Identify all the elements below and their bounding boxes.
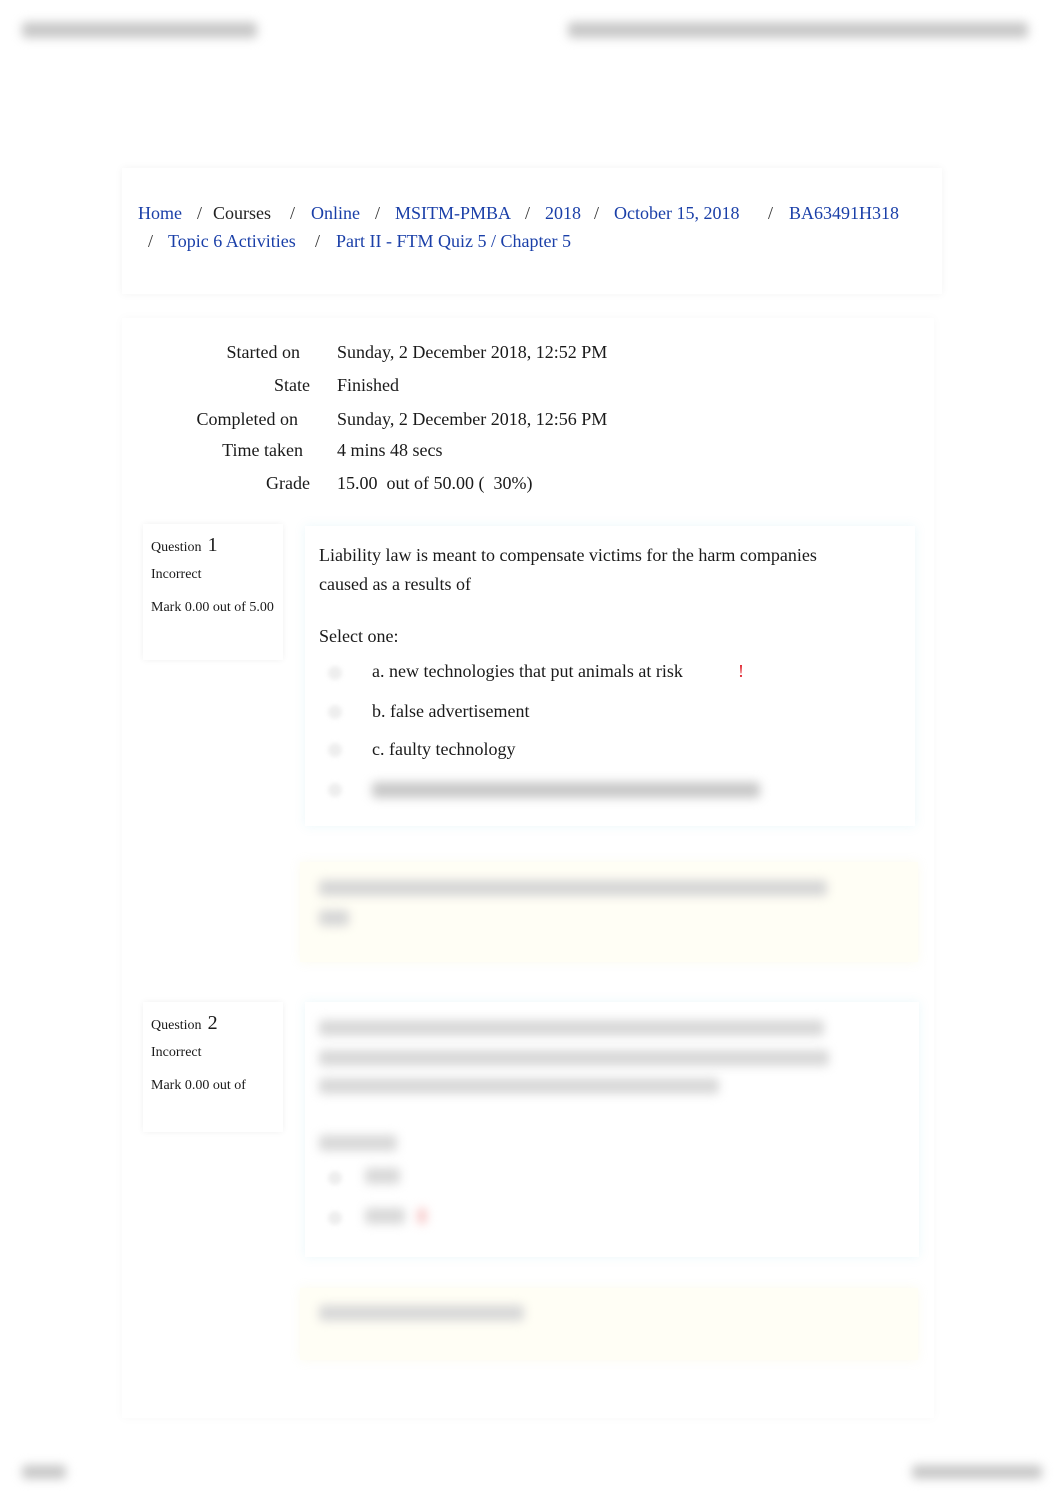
- breadcrumb-online[interactable]: Online: [311, 203, 360, 224]
- footer-page-blurred: [22, 1465, 66, 1479]
- question-text-blurred: [319, 1078, 719, 1094]
- question-info: Question 1 Incorrect Mark 0.00 out of 5.0…: [143, 524, 283, 660]
- option-d-blurred: [372, 782, 760, 798]
- question-text: Liability law is meant to compensate vic…: [319, 545, 817, 594]
- breadcrumb-separator: /: [148, 231, 154, 251]
- question-label: Question: [151, 540, 202, 555]
- breadcrumb-separator: /: [315, 231, 321, 251]
- breadcrumb-separator: /: [197, 203, 203, 223]
- question-label: Question: [151, 1018, 202, 1033]
- breadcrumb-separator: /: [375, 203, 381, 223]
- summary-label: Time taken: [222, 440, 303, 460]
- option-radio[interactable]: [328, 1171, 342, 1185]
- question-mark: Mark 0.00 out of 5.00: [151, 600, 274, 615]
- question-status: Incorrect: [151, 1045, 202, 1060]
- breadcrumb-course-code[interactable]: BA63491H318: [789, 203, 899, 224]
- option-radio-d[interactable]: [328, 783, 342, 797]
- option-b[interactable]: b. false advertisement: [372, 701, 529, 722]
- option-radio-a[interactable]: [328, 666, 342, 680]
- feedback-blurred: [319, 880, 827, 896]
- feedback-box: [300, 862, 918, 962]
- breadcrumb-courses: Courses: [213, 203, 271, 223]
- summary-value: 15.00 out of 50.00 ( 30%): [337, 473, 533, 493]
- summary-label: State: [274, 375, 310, 395]
- breadcrumb-separator: /: [525, 203, 531, 223]
- breadcrumb-quiz[interactable]: Part II - FTM Quiz 5 / Chapter 5: [336, 231, 571, 252]
- breadcrumb-msitm[interactable]: MSITM-PMBA: [395, 203, 511, 224]
- summary-label: Completed on: [196, 409, 299, 429]
- breadcrumb-home[interactable]: Home: [138, 203, 182, 224]
- question-info: Question 2 Incorrect Mark 0.00 out of: [143, 1002, 283, 1132]
- question-mark: Mark 0.00 out of: [151, 1078, 246, 1093]
- option-a[interactable]: a. new technologies that put animals at …: [372, 661, 683, 682]
- option-radio[interactable]: [328, 1211, 342, 1225]
- select-prompt: Select one:: [319, 626, 399, 646]
- summary-label: Grade: [266, 473, 310, 493]
- breadcrumb-2018[interactable]: 2018: [545, 203, 581, 224]
- question-text-blurred: [319, 1050, 829, 1066]
- incorrect-icon: [418, 1208, 426, 1224]
- footer-date-blurred: [912, 1465, 1042, 1479]
- breadcrumb-separator: /: [594, 203, 600, 223]
- option-radio-c[interactable]: [328, 743, 342, 757]
- feedback-blurred: [319, 1305, 524, 1321]
- summary-value: Sunday, 2 December 2018, 12:56 PM: [337, 409, 608, 429]
- summary-value: 4 mins 48 secs: [337, 440, 443, 460]
- summary-label: Started on: [226, 342, 301, 362]
- question-number: 2: [207, 1012, 218, 1034]
- select-prompt-blurred: [319, 1135, 397, 1151]
- question-number: 1: [207, 534, 218, 556]
- question-text-blurred: [319, 1020, 824, 1036]
- summary-value: Finished: [337, 375, 400, 395]
- question-status: Incorrect: [151, 567, 202, 582]
- breadcrumb-separator: /: [290, 203, 296, 223]
- feedback-box: [300, 1288, 918, 1360]
- header-title-blurred: [22, 22, 257, 38]
- option-radio-b[interactable]: [328, 705, 342, 719]
- breadcrumb-date[interactable]: October 15, 2018: [614, 203, 739, 224]
- option-blurred: [365, 1208, 405, 1224]
- breadcrumb-separator: /: [768, 203, 774, 223]
- feedback-blurred: [319, 910, 349, 926]
- incorrect-icon: !: [738, 661, 744, 681]
- option-blurred: [365, 1168, 400, 1184]
- header-url-blurred: [568, 22, 1028, 38]
- summary-value: Sunday, 2 December 2018, 12:52 PM: [337, 342, 608, 362]
- option-c[interactable]: c. faulty technology: [372, 739, 515, 760]
- breadcrumb-topic[interactable]: Topic 6 Activities: [168, 231, 296, 252]
